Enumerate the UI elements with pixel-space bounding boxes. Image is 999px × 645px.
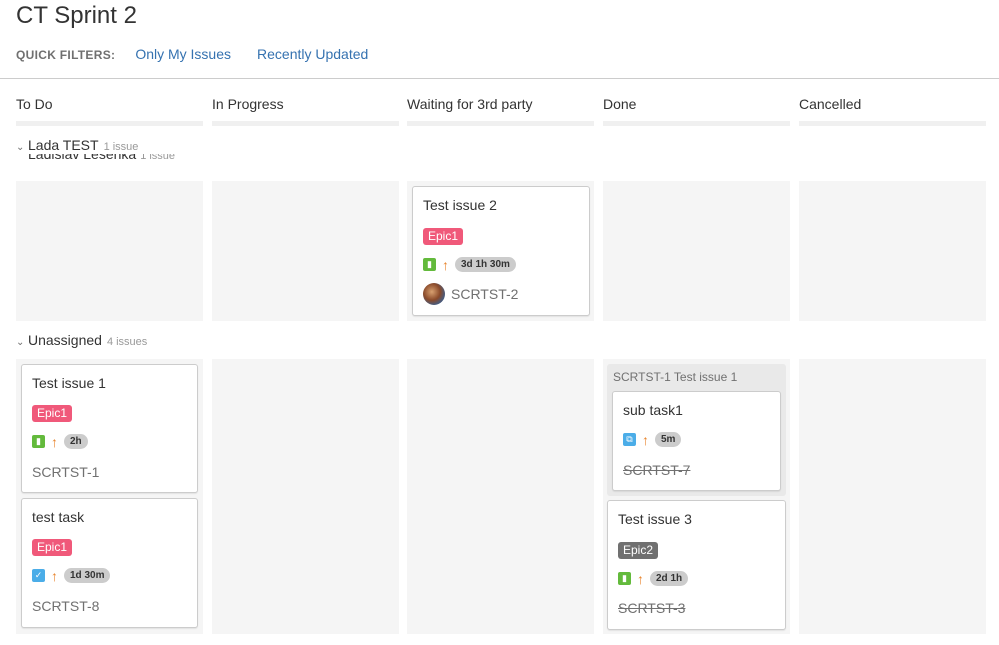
column-header-bar (212, 121, 399, 126)
estimate-badge: 3d 1h 30m (455, 257, 516, 272)
issue-card-scrtst-2[interactable]: Test issue 2 Epic1 ▮ ↑ 3d 1h 30m SCRTST-… (412, 186, 590, 316)
card-meta: ▮ ↑ 3d 1h 30m (423, 257, 516, 272)
swimlane-ghost-count: 1 issue (140, 154, 176, 162)
avatar[interactable] (423, 283, 445, 305)
quick-filters-label: QUICK FILTERS: (16, 48, 116, 62)
swimlane-name: Lada TEST (28, 137, 99, 153)
column-header-in-progress: In Progress (212, 96, 284, 112)
lane1-cell-in-progress (212, 181, 399, 321)
epic-label[interactable]: Epic2 (618, 542, 659, 559)
swimlane-count: 4 issues (106, 336, 148, 348)
issue-key[interactable]: SCRTST-8 (32, 598, 99, 614)
lane1-cell-done (603, 181, 790, 321)
column-header-bar (603, 121, 790, 126)
story-icon: ▮ (618, 572, 631, 585)
issue-card-scrtst-1[interactable]: Test issue 1 Epic1 ▮ ↑ 2h SCRTST-1 (21, 364, 198, 493)
priority-high-arrow-icon: ↑ (51, 567, 58, 584)
card-meta: ▮ ↑ 2h (32, 434, 88, 449)
quick-filters: QUICK FILTERS: Only My Issues Recently U… (16, 46, 368, 62)
quick-filter-only-my-issues[interactable]: Only My Issues (135, 46, 231, 62)
issue-card-scrtst-7[interactable]: sub task1 ⧉ ↑ 5m SCRTST-7 (612, 391, 781, 491)
task-checkbox-icon: ✓ (32, 569, 45, 582)
page-title: CT Sprint 2 (16, 2, 137, 29)
column-header-done: Done (603, 96, 637, 112)
estimate-badge: 1d 30m (64, 568, 111, 583)
column-header-bar (16, 121, 203, 126)
card-summary: Test issue 1 (32, 375, 106, 391)
parent-issue-group: SCRTST-1 Test issue 1 sub task1 ⧉ ↑ 5m S… (607, 364, 786, 496)
swimlane-ghost-name: Ladislav Lešenka (28, 154, 137, 162)
swimlane-name: Unassigned (28, 332, 102, 348)
epic-label[interactable]: Epic1 (32, 539, 73, 556)
parent-issue-label[interactable]: SCRTST-1 Test issue 1 (613, 370, 737, 384)
subtask-icon: ⧉ (623, 433, 636, 446)
column-header-bar (799, 121, 986, 126)
column-header-cancelled: Cancelled (799, 96, 862, 112)
priority-high-arrow-icon: ↑ (637, 570, 644, 587)
column-header-waiting: Waiting for 3rd party (407, 96, 533, 112)
estimate-badge: 2d 1h (650, 571, 689, 586)
lane2-cell-in-progress (212, 359, 399, 634)
card-meta: ✓ ↑ 1d 30m (32, 567, 111, 584)
issue-key[interactable]: SCRTST-7 (623, 462, 690, 478)
card-meta: ▮ ↑ 2d 1h (618, 570, 689, 587)
swimlane-ghost-header: Ladislav Lešenka 1 issue (28, 154, 208, 166)
chevron-down-icon[interactable]: ⌄ (16, 142, 28, 153)
chevron-down-icon[interactable]: ⌄ (16, 337, 28, 348)
issue-card-scrtst-8[interactable]: test task Epic1 ✓ ↑ 1d 30m SCRTST-8 (21, 498, 198, 628)
card-summary: Test issue 3 (618, 511, 692, 527)
swimlane-header-unassigned[interactable]: ⌄ Unassigned 4 issues (16, 332, 147, 348)
story-icon: ▮ (423, 258, 436, 271)
card-footer: SCRTST-2 (423, 283, 518, 305)
epic-label[interactable]: Epic1 (32, 405, 73, 422)
swimlane-count: 1 issue (103, 141, 139, 153)
header-divider (0, 78, 999, 79)
estimate-badge: 5m (655, 432, 682, 447)
story-icon: ▮ (32, 435, 45, 448)
card-meta: ⧉ ↑ 5m (623, 431, 682, 448)
lane1-cell-to-do (16, 181, 203, 321)
priority-high-arrow-icon: ↑ (642, 431, 649, 448)
priority-high-arrow-icon: ↑ (442, 256, 449, 273)
lane2-cell-waiting (407, 359, 594, 634)
column-header-bar (407, 121, 594, 126)
card-summary: Test issue 2 (423, 197, 497, 213)
issue-card-scrtst-3[interactable]: Test issue 3 Epic2 ▮ ↑ 2d 1h SCRTST-3 (607, 500, 786, 630)
priority-high-arrow-icon: ↑ (51, 433, 58, 450)
column-header-to-do: To Do (16, 96, 53, 112)
lane2-cell-cancelled (799, 359, 986, 634)
issue-key[interactable]: SCRTST-1 (32, 464, 99, 480)
epic-label[interactable]: Epic1 (423, 228, 464, 245)
issue-key[interactable]: SCRTST-3 (618, 600, 685, 616)
issue-key[interactable]: SCRTST-2 (451, 286, 518, 302)
lane1-cell-cancelled (799, 181, 986, 321)
card-summary: sub task1 (623, 402, 683, 418)
card-summary: test task (32, 509, 85, 525)
quick-filter-recently-updated[interactable]: Recently Updated (257, 46, 368, 62)
estimate-badge: 2h (64, 434, 88, 449)
swimlane-header-lada-test[interactable]: ⌄ Lada TEST 1 issue (16, 137, 138, 153)
